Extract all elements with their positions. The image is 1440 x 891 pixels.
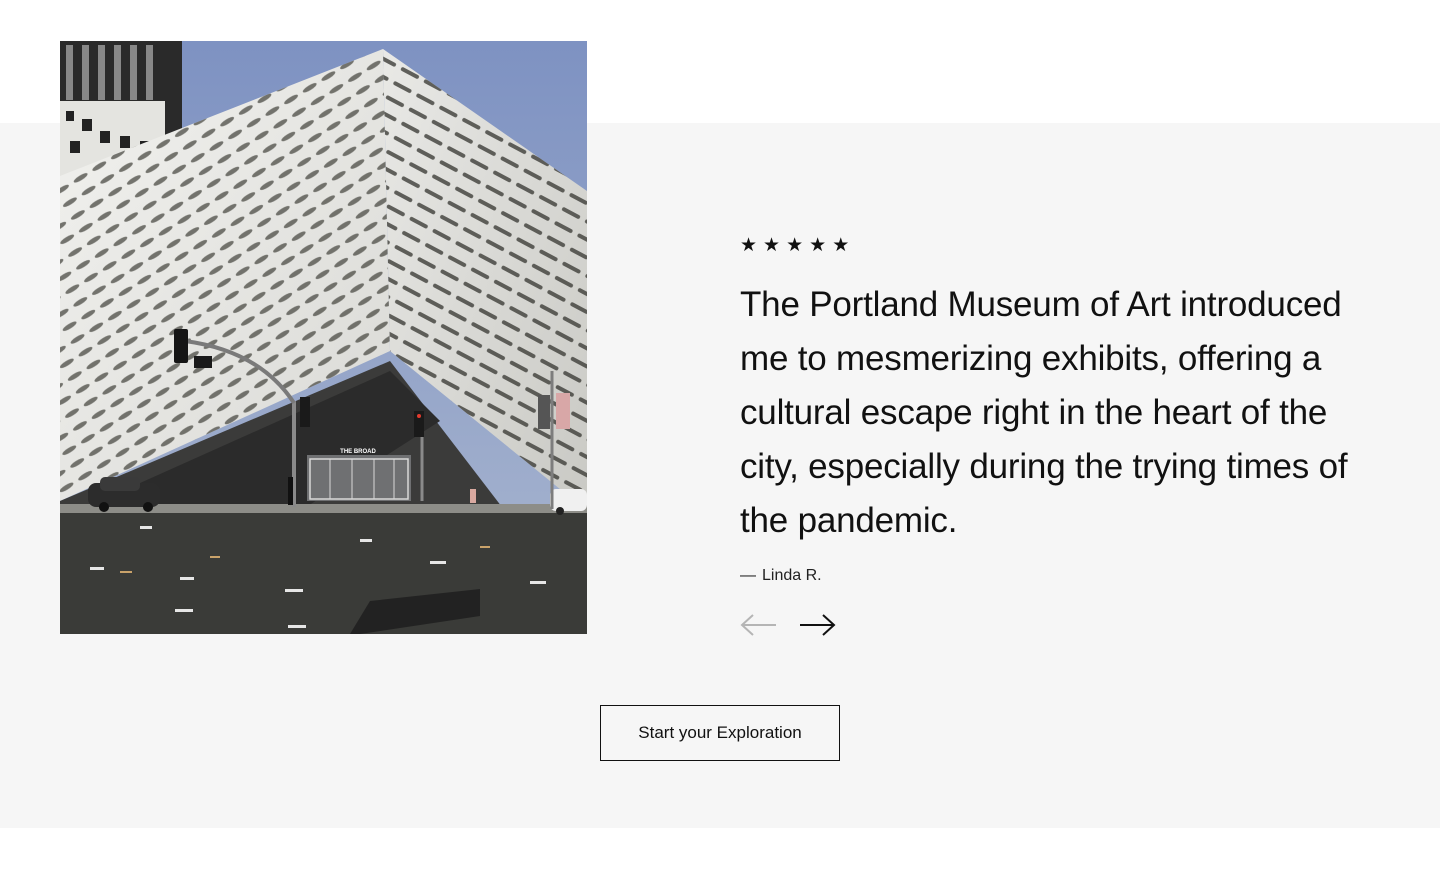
carousel-controls — [740, 610, 1380, 640]
star-icon: ★ — [809, 234, 827, 256]
star-icon: ★ — [832, 234, 850, 256]
testimonial-author: — Linda R. — [740, 566, 1380, 586]
arrow-right-icon[interactable] — [798, 612, 836, 638]
star-icon: ★ — [763, 234, 781, 256]
start-exploration-button[interactable]: Start your Exploration — [600, 705, 840, 761]
author-name: Linda R. — [762, 567, 822, 584]
museum-building-photo: THE BROAD — [60, 41, 587, 634]
star-icon: ★ — [786, 234, 804, 256]
star-icon: ★ — [740, 234, 758, 256]
testimonial-quote: The Portland Museum of Art introduced me… — [740, 285, 1348, 540]
rating-stars: ★ ★ ★ ★ ★ — [740, 232, 1380, 258]
arrow-left-icon[interactable] — [740, 612, 778, 638]
testimonial: ★ ★ ★ ★ ★ The Portland Museum of Art int… — [740, 232, 1380, 640]
author-dash: — — [740, 567, 756, 584]
building-sign-text: THE BROAD — [340, 449, 376, 455]
